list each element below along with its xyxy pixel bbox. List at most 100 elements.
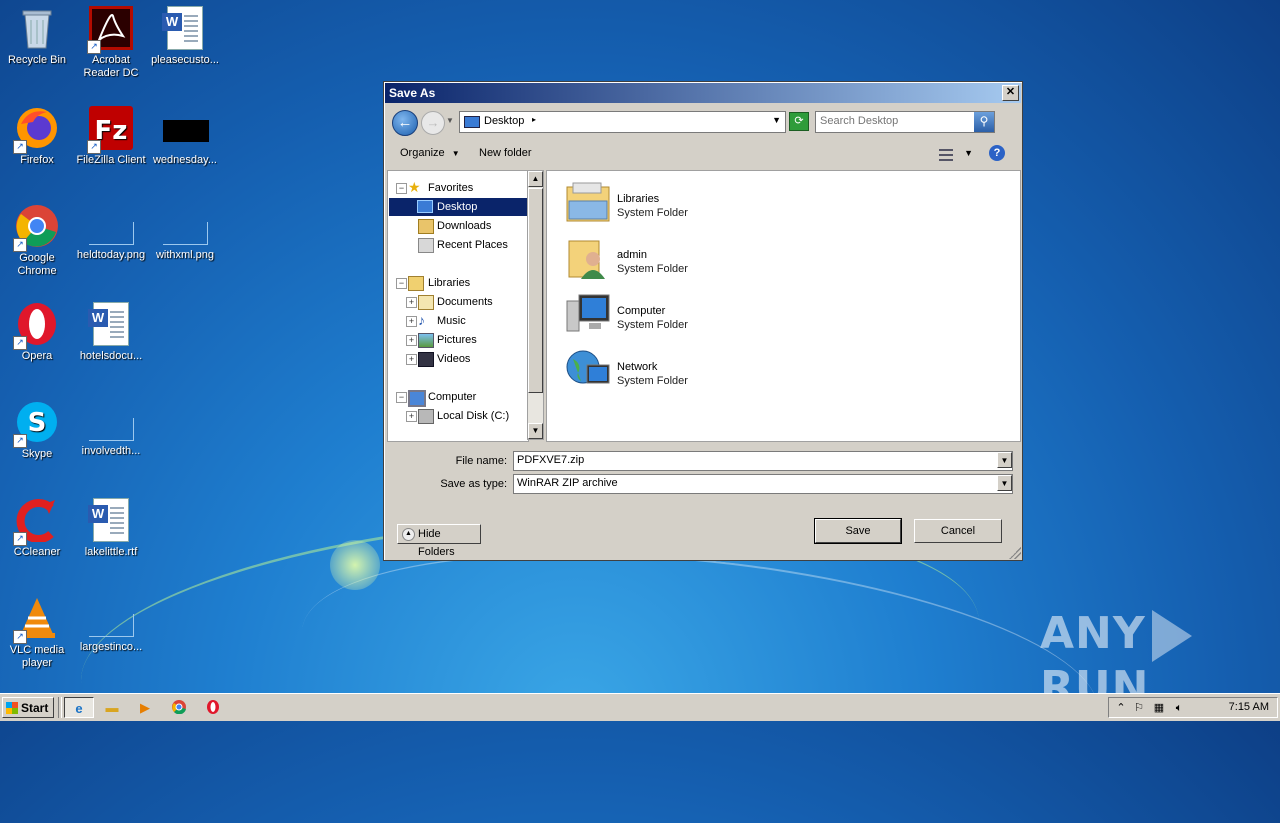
search-box[interactable]: ⚲ [815, 111, 995, 133]
tree-item-recent-places[interactable]: Recent Places [388, 236, 528, 254]
save-button[interactable]: Save [814, 518, 902, 544]
explorer-folder-icon[interactable]: ▬ [101, 697, 123, 718]
save-type-value: WinRAR ZIP archive [517, 477, 618, 489]
tree-item-local-disk[interactable]: + Local Disk (C:) [388, 407, 528, 425]
desktop-icon-withxml[interactable]: withxml.png [148, 204, 222, 262]
recent-places-icon [418, 238, 434, 253]
dialog-title: Save As [389, 86, 436, 100]
opera-icon: ↗ [13, 302, 59, 350]
breadcrumb-arrow-icon[interactable]: ▸ [532, 115, 536, 124]
desktop-icon-pleasecusto[interactable]: W pleasecusto... [148, 6, 222, 67]
list-item-libraries[interactable]: Libraries System Folder [565, 179, 765, 231]
help-icon[interactable]: ? [989, 145, 1005, 161]
search-input[interactable] [820, 115, 970, 127]
list-item-admin[interactable]: admin System Folder [565, 235, 765, 287]
file-name-input[interactable] [517, 454, 987, 466]
chrome-taskbar-icon[interactable] [168, 697, 190, 718]
hide-folders-button[interactable]: ▲ Hide Folders [397, 524, 481, 558]
list-item-network[interactable]: Network System Folder [565, 347, 765, 399]
forward-button[interactable]: → [421, 111, 445, 135]
desktop-icon-ccleaner[interactable]: ↗ CCleaner [0, 498, 74, 559]
scrollbar-thumb[interactable] [528, 188, 543, 393]
recycle-bin-icon [15, 6, 59, 50]
save-type-select[interactable]: WinRAR ZIP archive ▼ [513, 474, 1013, 494]
tree-item-videos[interactable]: + Videos [388, 350, 528, 368]
desktop-icon-acrobat[interactable]: ↗ Acrobat Reader DC [74, 6, 148, 80]
desktop-icon-skype[interactable]: S ↗ Skype [0, 400, 74, 461]
tree-item-music[interactable]: + ♪ Music [388, 312, 528, 330]
navigation-pane: − ★ Favorites Desktop Downloads Recent P… [387, 170, 529, 442]
network-icon [565, 347, 611, 393]
desktop-icon-label: Opera [21, 350, 53, 362]
address-bar[interactable]: Desktop ▸ ▼ [459, 111, 786, 133]
tree-item-computer[interactable]: − Computer [388, 388, 528, 407]
tree-item-documents[interactable]: + Documents [388, 293, 528, 311]
desktop-icon-hotelsdocu[interactable]: W hotelsdocu... [74, 302, 148, 363]
desktop-icon-label: involvedth... [81, 445, 141, 457]
scroll-down-icon[interactable]: ▼ [528, 423, 543, 439]
organize-button[interactable]: Organize ▼ [400, 147, 460, 159]
scroll-up-icon[interactable]: ▲ [528, 171, 543, 187]
file-name-combo[interactable]: ▼ [513, 451, 1013, 471]
start-button[interactable]: Start [2, 697, 54, 718]
search-icon[interactable]: ⚲ [974, 112, 994, 132]
desktop-icon-heldtoday[interactable]: heldtoday.png [74, 204, 148, 262]
svg-text:S: S [28, 408, 47, 438]
tree-item-downloads[interactable]: Downloads [388, 217, 528, 235]
tree-item-desktop[interactable]: Desktop [389, 198, 528, 216]
file-name-dropdown-icon[interactable]: ▼ [997, 452, 1012, 468]
desktop-icon-label: VLC media player [9, 644, 65, 669]
navigation-scrollbar[interactable]: ▲ ▼ [527, 170, 544, 440]
image-thumbnail [88, 222, 134, 245]
opera-taskbar-icon[interactable] [202, 697, 224, 718]
desktop-icon-label: heldtoday.png [76, 249, 146, 261]
change-view-icon[interactable] [937, 146, 955, 162]
desktop-icon-recycle-bin[interactable]: Recycle Bin [0, 6, 74, 67]
network-tray-icon[interactable]: ▦ [1151, 700, 1167, 716]
resize-grip[interactable] [1009, 547, 1021, 559]
shortcut-arrow-icon: ↗ [13, 238, 27, 252]
back-button[interactable]: ← [392, 110, 418, 136]
new-folder-button[interactable]: New folder [479, 147, 532, 159]
desktop-icon-lakelittle[interactable]: W lakelittle.rtf [74, 498, 148, 559]
save-type-dropdown-icon[interactable]: ▼ [997, 475, 1012, 491]
desktop-icon-label: wednesday... [152, 154, 217, 166]
desktop-icon-involvedth[interactable]: involvedth... [74, 400, 148, 458]
tree-item-pictures[interactable]: + Pictures [388, 331, 528, 349]
list-item-computer[interactable]: Computer System Folder [565, 291, 765, 343]
desktop-icon-vlc[interactable]: ↗ VLC media player [0, 596, 74, 670]
tree-item-favorites[interactable]: − ★ Favorites [388, 179, 528, 197]
close-button[interactable]: ✕ [1002, 85, 1019, 101]
address-dropdown-icon[interactable]: ▼ [772, 115, 781, 125]
tree-item-libraries[interactable]: − Libraries [388, 274, 528, 292]
acrobat-icon: ↗ [87, 6, 133, 54]
desktop-icon-opera[interactable]: ↗ Opera [0, 302, 74, 363]
file-name-label: File name: [455, 455, 507, 467]
desktop-icon-firefox[interactable]: ↗ Firefox [0, 106, 74, 167]
taskbar: Start e ▬ ▶ ⌃ ⚐ ▦ 🔈︎ 7:15 AM [0, 693, 1280, 721]
shortcut-arrow-icon: ↗ [13, 336, 27, 350]
show-hidden-icons-icon[interactable]: ⌃ [1113, 700, 1129, 716]
desktop-icon-filezilla[interactable]: Fz ↗ FileZilla Client [74, 106, 148, 167]
shortcut-arrow-icon: ↗ [13, 630, 27, 644]
action-center-flag-icon[interactable]: ⚐ [1131, 700, 1147, 716]
desktop-icon-chrome[interactable]: ↗ Google Chrome [0, 204, 74, 278]
dialog-titlebar[interactable]: Save As ✕ [385, 83, 1021, 103]
volume-icon[interactable]: 🔈︎ [1171, 700, 1187, 716]
recent-locations-dropdown[interactable]: ▼ [446, 116, 454, 125]
cancel-button[interactable]: Cancel [914, 519, 1002, 543]
filezilla-icon: Fz ↗ [87, 106, 133, 154]
media-player-icon[interactable]: ▶ [134, 697, 156, 718]
computer-icon [408, 390, 426, 407]
word-document-icon: W [88, 498, 129, 542]
clock[interactable]: 7:15 AM [1229, 701, 1269, 713]
view-options-dropdown-icon[interactable]: ▼ [964, 148, 973, 158]
word-document-icon: W [162, 6, 203, 50]
address-location[interactable]: Desktop [484, 115, 524, 127]
desktop-icon-largestinco[interactable]: largestinco... [74, 596, 148, 654]
address-row: ← → ▼ Desktop ▸ ▼ ⟳ ⚲ [387, 108, 1019, 138]
internet-explorer-icon[interactable]: e [64, 697, 94, 718]
desktop-icon-wednesday[interactable]: wednesday... [148, 106, 222, 167]
refresh-button[interactable]: ⟳ [789, 112, 809, 131]
documents-icon [418, 295, 434, 310]
